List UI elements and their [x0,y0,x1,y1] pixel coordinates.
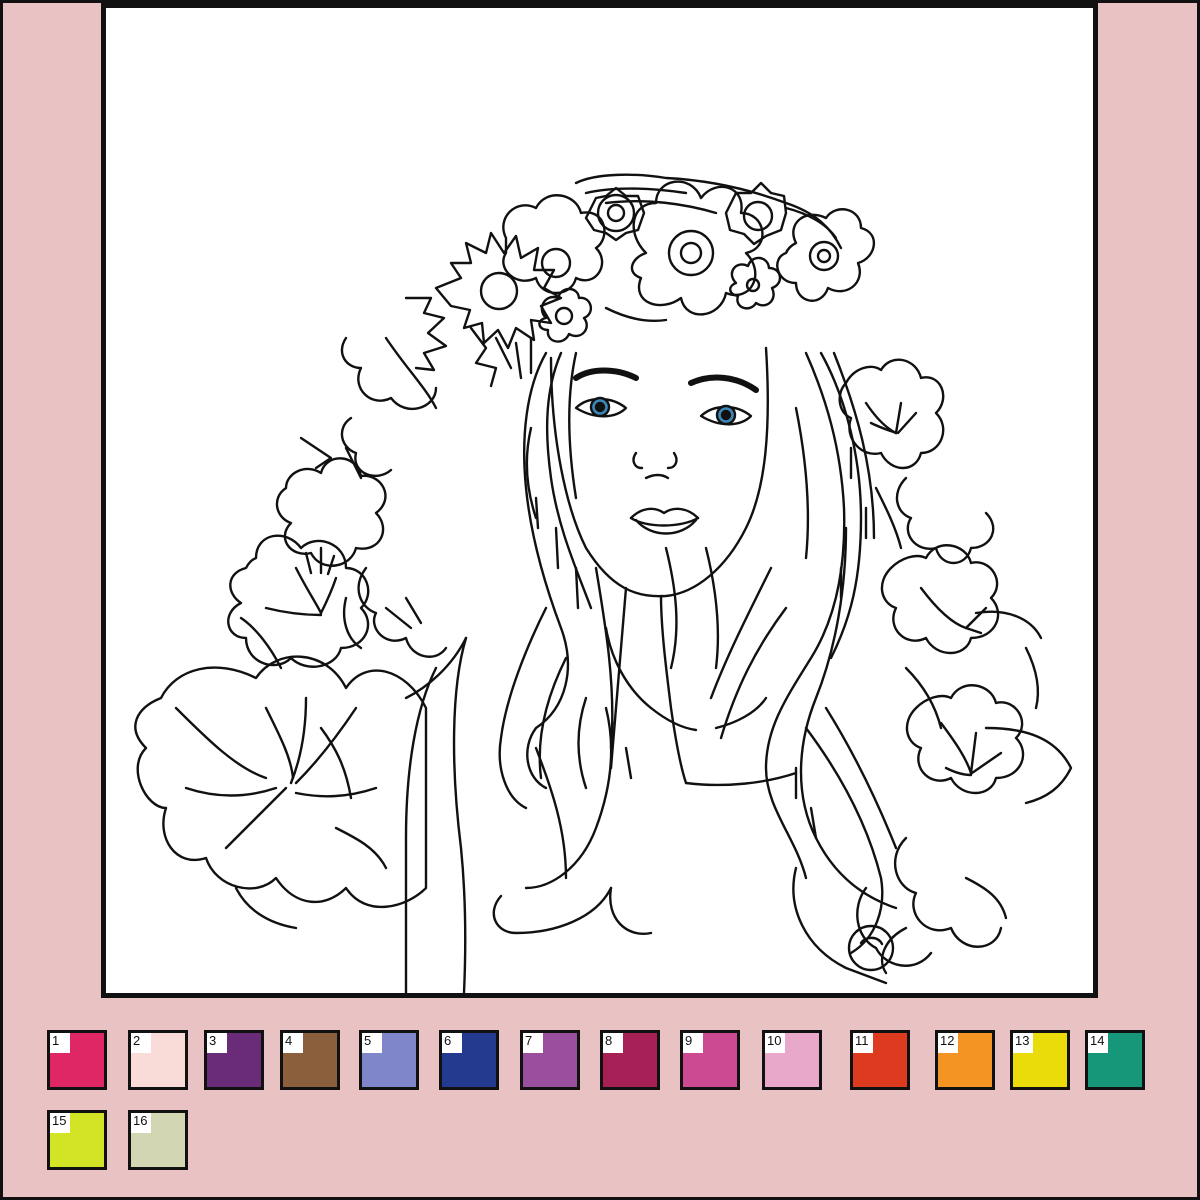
palette-swatch-8[interactable]: 8 [600,1030,660,1090]
palette-swatch-1[interactable]: 1 [47,1030,107,1090]
palette-swatch-11[interactable]: 11 [850,1030,910,1090]
swatch-number: 5 [362,1033,382,1053]
swatch-number: 10 [765,1033,785,1053]
palette-swatch-5[interactable]: 5 [359,1030,419,1090]
swatch-number: 4 [283,1033,303,1053]
swatch-number: 13 [1013,1033,1033,1053]
swatch-number: 2 [131,1033,151,1053]
swatch-number: 8 [603,1033,623,1053]
swatch-number: 1 [50,1033,70,1053]
swatch-number: 15 [50,1113,70,1133]
palette-swatch-3[interactable]: 3 [204,1030,264,1090]
swatch-number: 14 [1088,1033,1108,1053]
palette-swatch-14[interactable]: 14 [1085,1030,1145,1090]
face[interactable] [404,346,798,993]
swatch-number: 16 [131,1113,151,1133]
palette-swatch-15[interactable]: 15 [47,1110,107,1170]
swatch-number: 12 [938,1033,958,1053]
palette-swatch-6[interactable]: 6 [439,1030,499,1090]
palette-swatch-7[interactable]: 7 [520,1030,580,1090]
palette-swatch-4[interactable]: 4 [280,1030,340,1090]
flower-crown[interactable] [404,173,876,388]
palette-swatch-12[interactable]: 12 [935,1030,995,1090]
hair[interactable] [492,351,908,985]
swatch-number: 11 [853,1033,873,1053]
coloring-canvas[interactable] [101,3,1098,998]
palette-swatch-2[interactable]: 2 [128,1030,188,1090]
swatch-number: 6 [442,1033,462,1053]
swatch-number: 9 [683,1033,703,1053]
swatch-number: 7 [523,1033,543,1053]
palette-swatch-13[interactable]: 13 [1010,1030,1070,1090]
palette-swatch-10[interactable]: 10 [762,1030,822,1090]
palette-swatch-16[interactable]: 16 [128,1110,188,1170]
right-flowers[interactable] [838,358,1073,967]
left-flowers[interactable] [134,336,448,930]
swatch-number: 3 [207,1033,227,1053]
line-art[interactable] [106,8,1093,993]
palette-swatch-9[interactable]: 9 [680,1030,740,1090]
